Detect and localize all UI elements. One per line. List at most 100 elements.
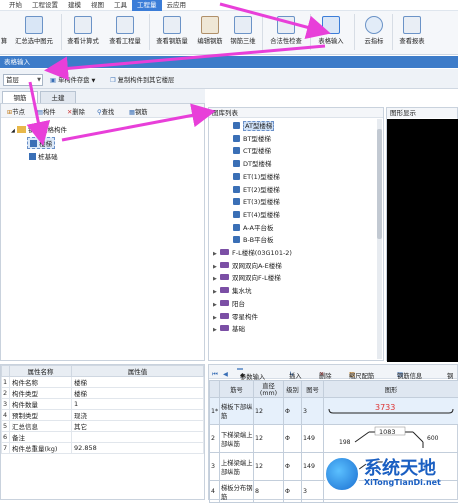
shape-cell[interactable]: 1083 198 600	[324, 425, 458, 453]
menu-modeling[interactable]: 建模	[63, 0, 86, 11]
view-rebar-button[interactable]: 查看钢筋量	[152, 13, 192, 53]
sum-selected-button[interactable]: 汇总选中图元	[9, 13, 59, 53]
list-item-label: AT型楼梯	[243, 121, 274, 131]
tab-rebar[interactable]: 钢筋	[2, 91, 38, 103]
tab-civil[interactable]: 土建	[40, 91, 76, 103]
list-item[interactable]: ET(2)型楼梯	[233, 185, 280, 196]
prop-value-cell[interactable]: 楼梯	[72, 388, 204, 399]
edit-rebar-button[interactable]: 编辑钢筋	[194, 13, 226, 53]
group-icon	[220, 313, 229, 319]
prop-value-cell[interactable]: 1	[72, 399, 204, 410]
table-row: 6 备注	[2, 432, 204, 443]
list-scrollbar-thumb[interactable]	[377, 129, 382, 239]
group-icon	[220, 262, 229, 268]
prop-value-cell[interactable]: 楼梯	[72, 377, 204, 388]
search-button[interactable]: ⚲查找	[97, 107, 114, 116]
prev-icon: ◀	[223, 371, 228, 378]
list-item[interactable]: BT型楼梯	[233, 134, 271, 145]
expand-icon[interactable]: ▶	[213, 287, 220, 298]
copy-to-floor-button[interactable]: ❐ 复制构件到其它楼层	[110, 75, 174, 84]
list-item-label: BT型楼梯	[243, 135, 271, 143]
tree-root[interactable]: ◢ 钢筋表格构件	[11, 124, 67, 134]
list-item[interactable]: ET(1)型楼梯	[233, 172, 280, 183]
table-row: 3 构件数量 1	[2, 399, 204, 410]
cube-icon	[234, 16, 252, 34]
ribbon-separator	[149, 14, 150, 50]
delete-button[interactable]: ✕删除	[67, 107, 85, 116]
list-item[interactable]: DT型楼梯	[233, 159, 271, 170]
list-item[interactable]: ET(3)型楼梯	[233, 197, 280, 208]
menu-view[interactable]: 视图	[86, 0, 109, 11]
list-item[interactable]: ▶阳台	[213, 299, 245, 310]
table-row: 7 构件总重量(kg) 92.858	[2, 443, 204, 454]
prop-value-cell[interactable]: 现浇	[72, 410, 204, 421]
expand-icon[interactable]: ▶	[213, 262, 220, 273]
list-item[interactable]: AT型楼梯	[233, 121, 274, 132]
stair-icon	[233, 160, 240, 167]
rebar-button[interactable]: ▦钢筋	[129, 107, 148, 116]
table-row[interactable]: 1* 梯板下部纵筋 12 Φ 3 3733	[210, 398, 458, 425]
expand-icon[interactable]: ▶	[213, 300, 220, 311]
list-item[interactable]: ▶F-L楼梯(03G101-2)	[213, 248, 292, 259]
expand-icon[interactable]: ▶	[213, 274, 220, 285]
copy-icon: ❐	[110, 77, 116, 84]
list-item[interactable]: B-B平台板	[233, 235, 274, 246]
expand-icon[interactable]: ▶	[213, 313, 220, 324]
folder-icon	[17, 126, 26, 133]
globe-icon	[324, 456, 360, 492]
list-item[interactable]: CT型楼梯	[233, 146, 271, 157]
prop-value-cell[interactable]	[72, 432, 204, 443]
prop-value-cell[interactable]: 92.858	[72, 443, 204, 454]
shape-cell[interactable]: 3733	[324, 398, 458, 425]
list-item[interactable]: A-A平台板	[233, 223, 273, 234]
rebar-3d-button[interactable]: 钢筋三维	[227, 13, 259, 53]
add-component-button[interactable]: ▤构件	[37, 107, 56, 116]
list-item[interactable]: ▶基础	[213, 324, 245, 335]
validity-check-button[interactable]: 合法性检查	[266, 13, 306, 53]
cloud-icon	[365, 16, 383, 34]
menu-cloud[interactable]: 云应用	[162, 0, 192, 11]
ribbon-separator	[61, 14, 62, 50]
quantity-icon	[116, 16, 134, 34]
stair-icon	[233, 147, 240, 154]
menu-start[interactable]: 开始	[4, 0, 27, 11]
tree-item-stairs[interactable]: 楼梯	[27, 137, 55, 149]
expand-icon[interactable]: ▶	[213, 249, 220, 260]
table-row[interactable]: 2 下梯梁端上部纵筋 12 Φ 149 1083 198 600	[210, 425, 458, 453]
menu-project-settings[interactable]: 工程设置	[27, 0, 63, 11]
list-item[interactable]: ▶零星构件	[213, 312, 258, 323]
tree-item-pile-foundation[interactable]: 桩基础	[29, 151, 58, 161]
cloud-index-button[interactable]: 云指标	[358, 13, 390, 53]
calc-button[interactable]: 算	[0, 13, 8, 53]
preview-canvas[interactable]	[387, 119, 458, 362]
group-icon	[220, 325, 229, 331]
table-row: 1 构件名称 楼梯	[2, 377, 204, 388]
ribbon-separator	[354, 14, 355, 50]
floor-select[interactable]: 首层 ▼	[3, 74, 43, 86]
list-item[interactable]: ▶双网双向F-L楼梯	[213, 273, 281, 284]
svg-text:198: 198	[339, 439, 351, 446]
list-item-label: DT型楼梯	[243, 160, 271, 168]
view-report-button[interactable]: 查看报表	[395, 13, 429, 53]
expand-icon[interactable]: ▶	[213, 325, 220, 336]
menu-tools[interactable]: 工具	[109, 0, 132, 11]
view-quantity-button[interactable]: 查看工程量	[105, 13, 145, 53]
group-icon	[220, 300, 229, 306]
window-title: 表格输入	[0, 56, 458, 68]
grid-toolbar: ⏮ ◀ ◆参数输入 ↳插入 ✕删除 ▥缩尺配筋 ▤钢筋信息 钢	[209, 365, 457, 379]
single-save-button[interactable]: ▣ 单构件存盘 ▼	[50, 75, 95, 84]
list-scrollbar[interactable]	[377, 119, 382, 359]
view-formula-button[interactable]: 查看计算式	[63, 13, 103, 53]
list-item[interactable]: ET(4)型楼梯	[233, 210, 280, 221]
list-item[interactable]: ▶双网双向A-E楼梯	[213, 261, 282, 272]
component-tree-panel: ⊞节点 ▤构件 ✕删除 ⚲查找 ▦钢筋 ◢ 钢筋表格构件 楼梯 桩基础	[0, 103, 205, 361]
list-item[interactable]: ▶集水坑	[213, 286, 252, 297]
prop-value-cell[interactable]: 其它	[72, 421, 204, 432]
menu-quantities[interactable]: 工程量	[132, 0, 162, 11]
list-item-label: ET(4)型楼梯	[243, 211, 280, 219]
add-node-button[interactable]: ⊞节点	[7, 107, 25, 116]
table-row: 2 构件类型 楼梯	[2, 388, 204, 399]
table-input-button[interactable]: 表格输入	[313, 13, 349, 53]
ribbon: 算 汇总选中图元 查看计算式 查看工程量 查看钢筋量 编辑钢筋 钢筋三维 合法性…	[0, 11, 458, 55]
params-input-button[interactable]: ◆参数输入	[237, 368, 243, 370]
